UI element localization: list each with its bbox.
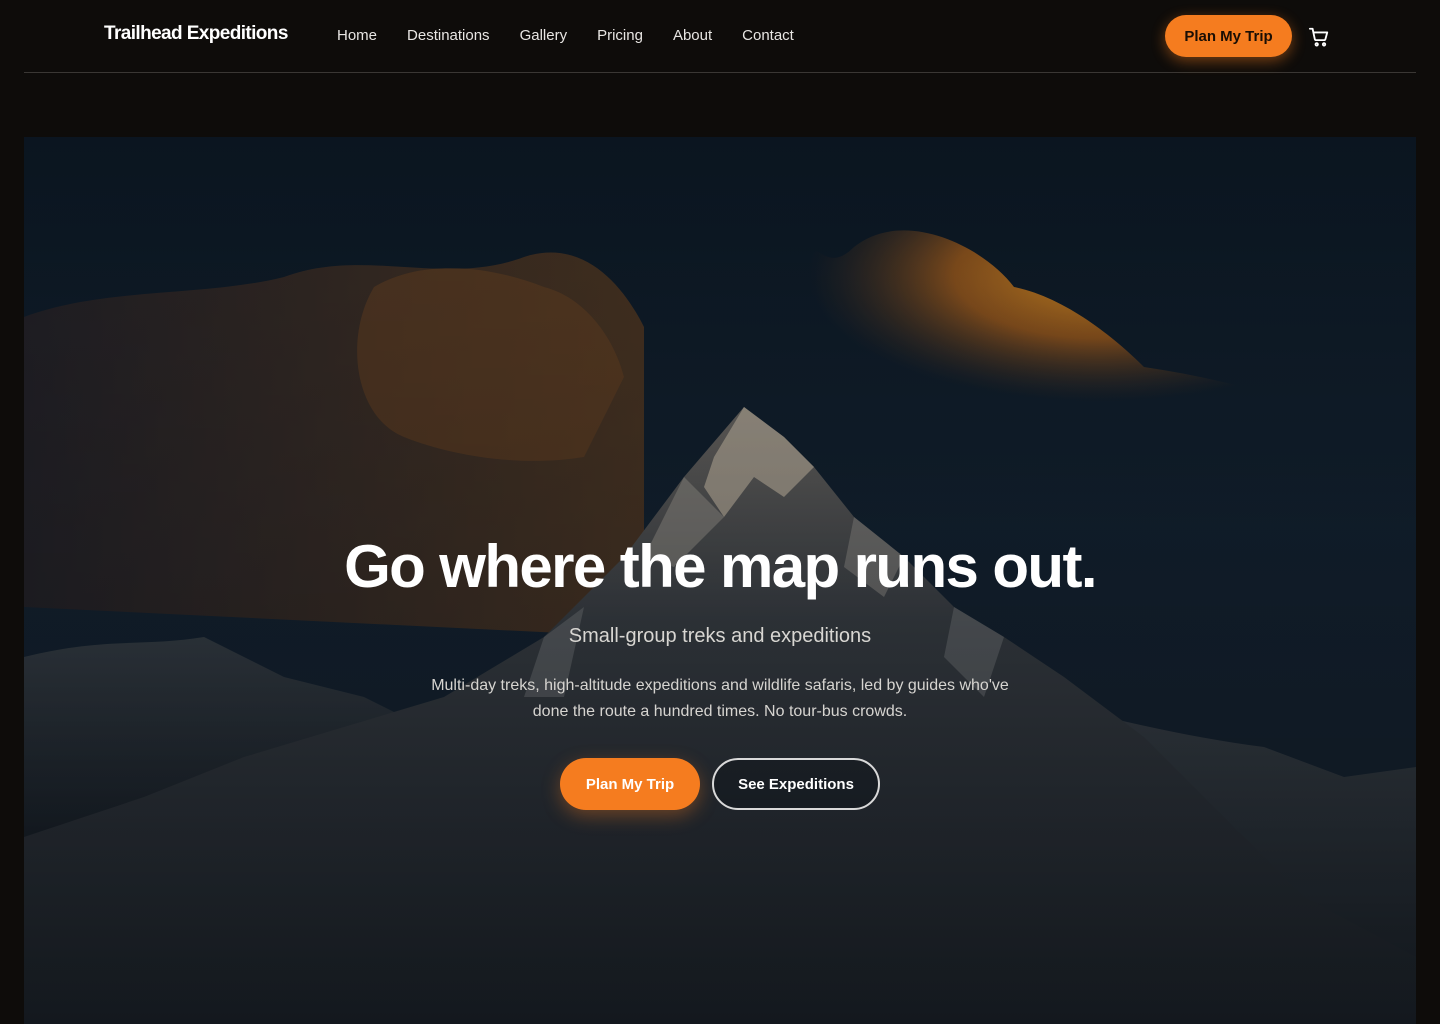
hero-description: Multi-day treks, high-altitude expeditio… (431, 677, 1009, 720)
hero-subtitle: Small-group treks and expeditions (568, 625, 872, 647)
page: Trailhead Expeditions Home Destinations … (0, 0, 1440, 1024)
nav-link-home[interactable]: Home (337, 27, 377, 44)
nav-link-contact[interactable]: Contact (742, 27, 794, 44)
hero-content: Go where the map runs out. Small-group t… (24, 533, 1416, 810)
cart-icon (1308, 27, 1329, 47)
nav-link-about[interactable]: About (673, 27, 712, 44)
nav-link-gallery[interactable]: Gallery (520, 27, 568, 44)
nav-link-destinations[interactable]: Destinations (407, 27, 490, 44)
nav-link-pricing[interactable]: Pricing (597, 27, 643, 44)
cart-button[interactable] (1308, 26, 1330, 48)
see-expeditions-button[interactable]: See Expeditions (712, 758, 880, 810)
hero-actions: Plan My Trip See Expeditions (24, 758, 1416, 810)
brand-logo-text[interactable]: Trailhead Expeditions (104, 23, 288, 45)
nav-plan-trip-button[interactable]: Plan My Trip (1165, 15, 1292, 57)
hero-section: Go where the map runs out. Small-group t… (24, 137, 1416, 1024)
primary-nav: Home Destinations Gallery Pricing About … (337, 27, 824, 44)
hero-plan-trip-button[interactable]: Plan My Trip (560, 758, 700, 810)
top-navbar: Trailhead Expeditions Home Destinations … (24, 0, 1416, 73)
hero-title: Go where the map runs out. (344, 533, 1097, 600)
